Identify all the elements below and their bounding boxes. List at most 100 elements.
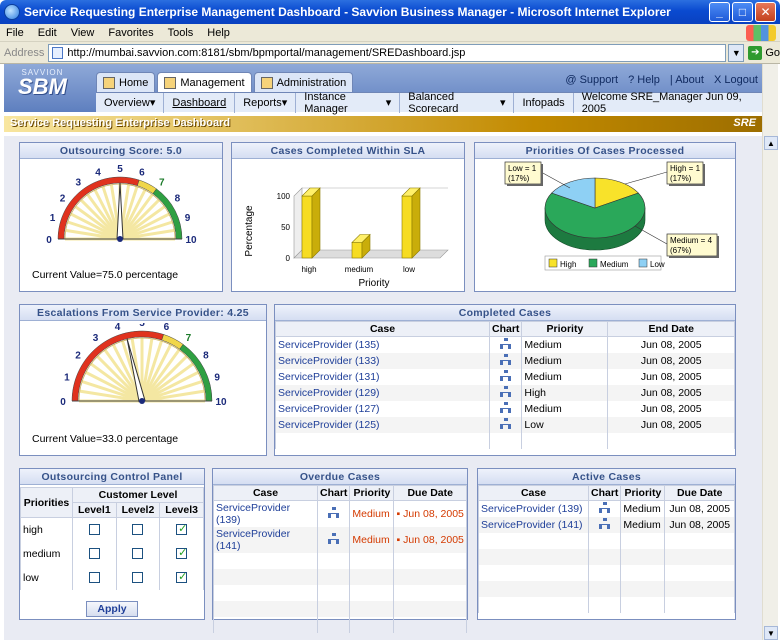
about-link[interactable]: | About <box>670 74 704 86</box>
apply-button[interactable]: Apply <box>86 601 138 617</box>
date-cell: Jun 08, 2005 <box>607 353 735 369</box>
col-level3: Level3 <box>159 502 204 518</box>
process-chart-icon[interactable] <box>500 402 512 413</box>
process-chart-icon[interactable] <box>500 338 512 349</box>
table-row[interactable]: ServiceProvider (127) Medium Jun 08, 2005 <box>275 401 735 417</box>
case-link[interactable]: ServiceProvider (141) <box>478 517 589 533</box>
process-chart-icon[interactable] <box>500 386 512 397</box>
menu-file[interactable]: File <box>6 27 24 39</box>
table-row[interactable]: ServiceProvider (141) Medium ▪ Jun 08, 200… <box>213 527 467 553</box>
close-button[interactable]: ✕ <box>755 2 776 22</box>
tab-management[interactable]: Management <box>157 72 252 92</box>
priorities-pie-chart: Low = 1(17%)High = 1(17%)Medium = 4(67%)… <box>504 161 719 271</box>
welcome-text: Welcome SRE_Manager Jun 09, 2005 <box>581 90 742 115</box>
minimize-button[interactable]: _ <box>709 2 730 22</box>
page-icon <box>52 46 64 59</box>
completed-cases-title: Completed Cases <box>275 305 735 321</box>
scroll-up-arrow-icon[interactable]: ▲ <box>764 136 778 150</box>
col-priority[interactable]: Priority <box>349 485 395 501</box>
level1-checkbox[interactable] <box>88 524 100 536</box>
case-link[interactable]: ServiceProvider (125) <box>275 417 490 433</box>
nav-overview[interactable]: Overview ▾ <box>96 92 165 113</box>
scroll-down-arrow-icon[interactable]: ▼ <box>764 626 778 640</box>
col-priority[interactable]: Priority <box>521 321 609 337</box>
process-chart-icon[interactable] <box>328 533 340 544</box>
case-link[interactable]: ServiceProvider (129) <box>275 385 490 401</box>
menu-favorites[interactable]: Favorites <box>108 27 153 39</box>
chart-cell <box>316 500 351 527</box>
bar-low <box>401 187 421 259</box>
address-input[interactable]: http://mumbai.savvion.com:8181/sbm/bpmpo… <box>48 43 727 62</box>
col-due-date[interactable]: Due Date <box>664 485 735 501</box>
gauge-needle <box>116 182 124 240</box>
svg-text:Low = 1: Low = 1 <box>508 164 537 173</box>
table-row[interactable]: ServiceProvider (139) Medium ▪ Jun 08, 200… <box>213 500 467 527</box>
menu-edit[interactable]: Edit <box>38 27 57 39</box>
escalations-gauge: 0 12 3 4 5 6 789 10 <box>60 323 227 408</box>
level1-checkbox[interactable] <box>88 572 100 584</box>
menu-tools[interactable]: Tools <box>168 27 194 39</box>
case-link[interactable]: ServiceProvider (135) <box>275 336 490 353</box>
y-axis-label: Percentage <box>244 205 255 257</box>
case-link[interactable]: ServiceProvider (139) <box>478 500 589 517</box>
nav-infopads[interactable]: Infopads <box>514 92 574 113</box>
level1-checkbox[interactable] <box>88 548 100 560</box>
process-chart-icon[interactable] <box>500 418 512 429</box>
process-chart-icon[interactable] <box>599 518 611 529</box>
nav-dashboard[interactable]: Dashboard <box>164 92 236 113</box>
col-priority[interactable]: Priority <box>620 485 666 501</box>
active-cases-title: Active Cases <box>478 469 735 485</box>
col-end-date[interactable]: End Date <box>607 321 735 337</box>
nav-instance-manager[interactable]: Instance Manager ▾ <box>296 91 401 115</box>
level2-checkbox[interactable] <box>132 572 144 584</box>
process-chart-icon[interactable] <box>500 370 512 381</box>
menu-help[interactable]: Help <box>207 27 230 39</box>
col-case[interactable]: Case <box>275 321 490 337</box>
table-row[interactable]: ServiceProvider (125) Low Jun 08, 2005 <box>275 417 735 433</box>
case-link[interactable]: ServiceProvider (141) <box>213 527 318 553</box>
support-link[interactable]: @ Support <box>565 74 618 86</box>
sbm-text: SBM <box>18 74 67 99</box>
case-link[interactable]: ServiceProvider (133) <box>275 353 490 369</box>
process-chart-icon[interactable] <box>328 507 340 518</box>
level3-checkbox[interactable] <box>176 522 187 536</box>
level2-checkbox[interactable] <box>132 524 144 536</box>
priorities-chart-title: Priorities Of Cases Processed <box>475 143 735 159</box>
menu-view[interactable]: View <box>71 27 95 39</box>
table-row[interactable]: ServiceProvider (133) Medium Jun 08, 2005 <box>275 353 735 369</box>
case-link[interactable]: ServiceProvider (127) <box>275 401 490 417</box>
svg-text:(17%): (17%) <box>508 174 530 183</box>
process-chart-icon[interactable] <box>599 502 611 513</box>
address-dropdown-icon[interactable]: ▼ <box>728 43 745 62</box>
sre-logo: SRE <box>733 117 756 129</box>
dashboard-area: Outsourcing Score: 5.0 0 1 2 3 4 5 6 7 8 9 10 Curr… <box>4 136 762 640</box>
table-row[interactable]: ServiceProvider (139) Medium Jun 08, 2005 <box>478 500 735 517</box>
priority-cell: Medium <box>521 336 609 353</box>
nav-balanced-scorecard[interactable]: Balanced Scorecard ▾ <box>400 91 515 115</box>
level2-checkbox[interactable] <box>132 548 144 560</box>
tab-home[interactable]: Home <box>96 72 156 92</box>
level3-checkbox[interactable] <box>176 570 187 584</box>
menu-bar: File Edit View Favorites Tools Help <box>0 24 780 42</box>
col-case[interactable]: Case <box>478 485 589 501</box>
vertical-scrollbar[interactable]: ▲ ▼ <box>762 64 778 640</box>
table-row[interactable]: ServiceProvider (141) Medium Jun 08, 2005 <box>478 517 735 533</box>
go-button[interactable]: ➔ Go <box>748 45 780 60</box>
logout-link[interactable]: X Logout <box>714 74 758 86</box>
chart-cell <box>587 500 622 517</box>
table-row[interactable]: ServiceProvider (129) High Jun 08, 2005 <box>275 385 735 401</box>
tab-administration[interactable]: Administration <box>253 72 354 92</box>
table-row[interactable]: ServiceProvider (131) Medium Jun 08, 2005 <box>275 369 735 385</box>
case-link[interactable]: ServiceProvider (139) <box>213 500 318 527</box>
main-tabs: Home Management Administration <box>96 72 354 92</box>
col-case[interactable]: Case <box>213 485 318 501</box>
case-link[interactable]: ServiceProvider (131) <box>275 369 490 385</box>
nav-reports[interactable]: Reports ▾ <box>235 92 297 113</box>
level3-checkbox[interactable] <box>176 546 187 560</box>
table-row[interactable]: ServiceProvider (135) Medium Jun 08, 2005 <box>275 336 735 353</box>
maximize-button[interactable]: □ <box>732 2 753 22</box>
chart-cell <box>488 417 523 433</box>
col-due-date[interactable]: Due Date <box>393 485 467 501</box>
process-chart-icon[interactable] <box>500 354 512 365</box>
help-link[interactable]: ? Help <box>628 74 660 86</box>
